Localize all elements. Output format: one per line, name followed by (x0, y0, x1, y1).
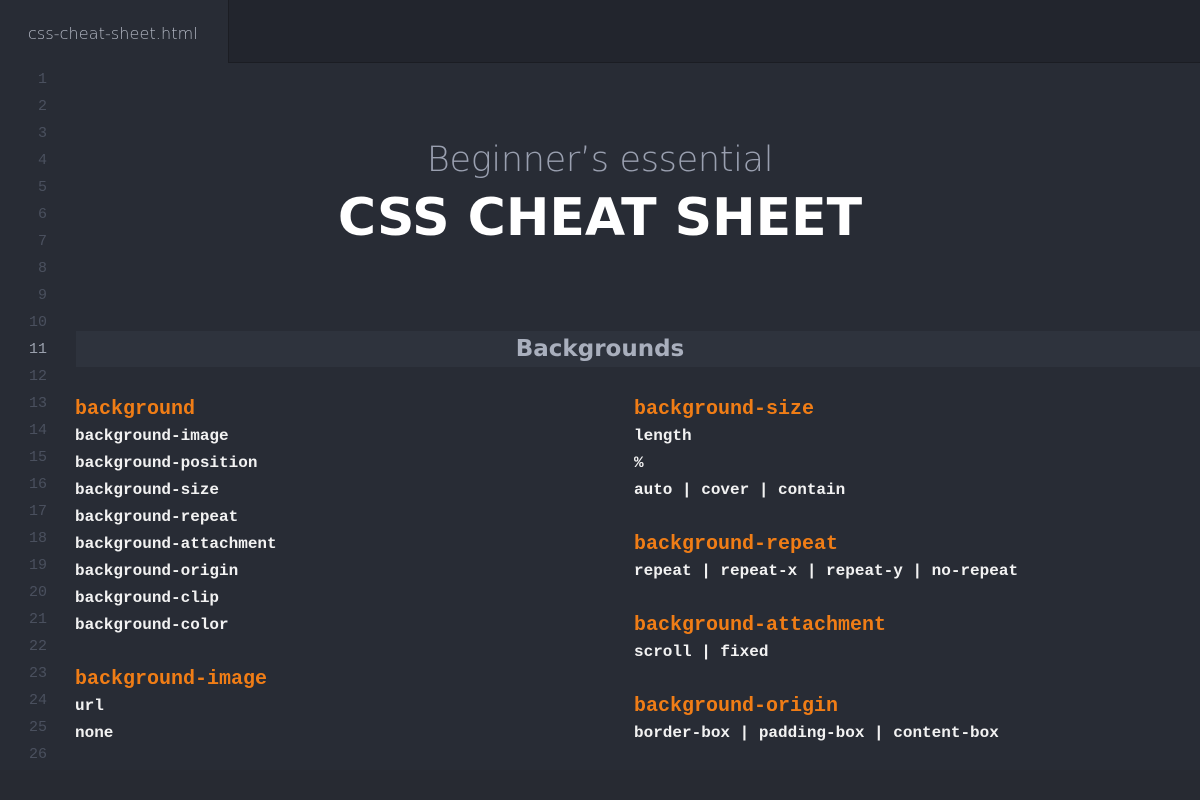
line-number: 25 (28, 719, 47, 736)
line-number: 9 (37, 287, 47, 304)
line-number: 26 (28, 746, 47, 763)
property-value: background-attachment (75, 535, 277, 553)
line-number: 21 (28, 611, 47, 628)
property-value: background-clip (75, 589, 220, 607)
line-number: 8 (37, 260, 47, 277)
property-heading: background-origin (634, 695, 839, 718)
page-subtitle: Beginner’s essential (426, 140, 774, 180)
bottom-strip (0, 770, 1200, 800)
property-value: length (634, 427, 692, 445)
page-title: CSS CHEAT SHEET (337, 188, 863, 248)
property-value: url (75, 697, 104, 715)
section-title: Backgrounds (515, 336, 685, 362)
property-heading: background-size (634, 398, 815, 421)
line-number: 12 (28, 368, 47, 385)
line-number: 24 (28, 692, 47, 709)
line-number: 1 (37, 71, 47, 88)
property-value: repeat | repeat-x | repeat-y | no-repeat (634, 562, 1019, 580)
line-number: 18 (28, 530, 47, 547)
property-group: background background-image background-pos… (75, 396, 277, 639)
property-group: background-repeat repeat | repeat-x | rep… (634, 531, 1018, 585)
line-number: 17 (28, 503, 47, 520)
property-value: background-color (75, 616, 229, 634)
tab-bar: css-cheat-sheet.html (0, 0, 1200, 63)
line-number: 22 (28, 638, 47, 655)
right-column: background-size length% auto | cover | con… (634, 396, 1018, 774)
property-value: border-box | padding-box | content-box (634, 724, 999, 742)
property-value: background-size (75, 481, 220, 499)
property-value: scroll | fixed (634, 643, 769, 661)
left-column: background background-image background-pos… (75, 396, 277, 774)
line-number: 20 (28, 584, 47, 601)
property-group: background-origin border-box | padding-bo… (634, 693, 1018, 747)
property-group: background-image url none (75, 666, 277, 747)
line-number: 2 (37, 98, 47, 115)
line-number: 23 (28, 665, 47, 682)
line-number: 15 (28, 449, 47, 466)
section-header-band: Backgrounds (76, 331, 1200, 367)
property-value: background-origin (75, 562, 239, 580)
tab-label: css-cheat-sheet.html (28, 24, 198, 43)
property-value: background-position (75, 454, 258, 472)
property-heading: background-attachment (634, 614, 887, 637)
property-heading: background-repeat (634, 533, 839, 556)
property-value: % (634, 454, 644, 472)
tab-css-cheat-sheet[interactable]: css-cheat-sheet.html (0, 0, 229, 63)
line-number: 16 (28, 476, 47, 493)
property-group: background-size length% auto | cover | con… (634, 396, 1018, 504)
property-value: background-repeat (75, 508, 239, 526)
line-number: 13 (28, 395, 47, 412)
property-group: background-attachment scroll | fixed (634, 612, 1018, 666)
line-number: 19 (28, 557, 47, 574)
line-number: 14 (28, 422, 47, 439)
property-value: none (75, 724, 114, 742)
property-value: auto | cover | contain (634, 481, 846, 499)
property-heading: background (75, 398, 196, 421)
property-heading: background-image (75, 668, 268, 691)
property-value: background-image (75, 427, 229, 445)
